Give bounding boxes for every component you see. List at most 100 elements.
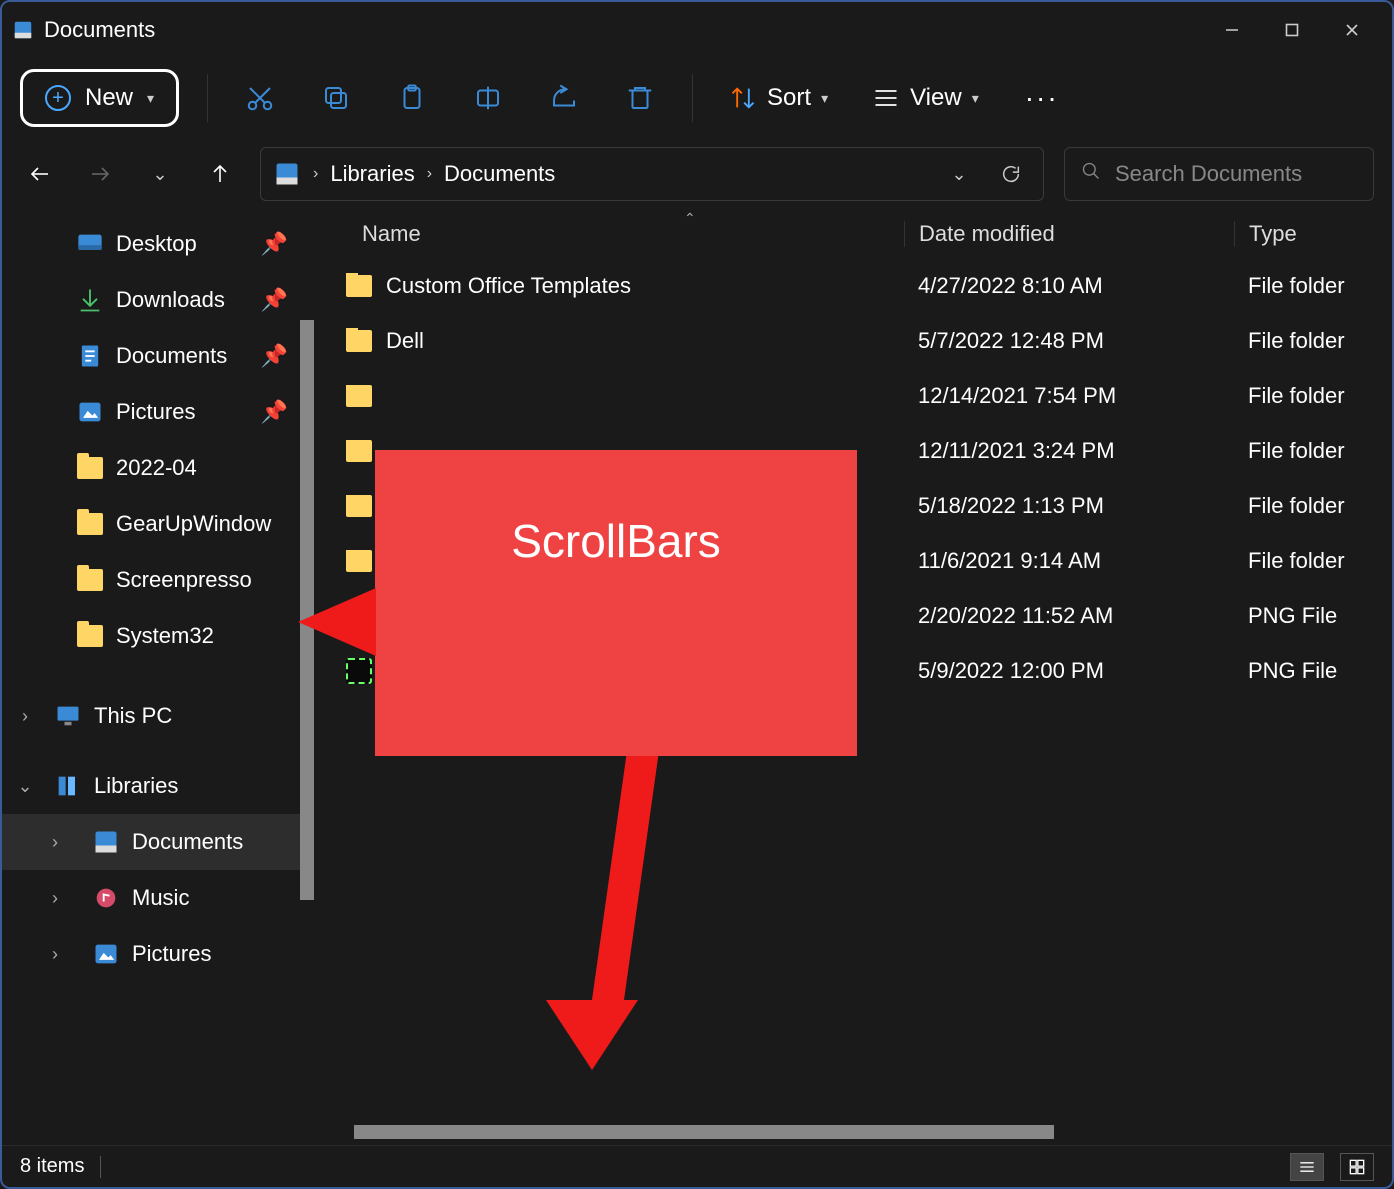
minimize-button[interactable] xyxy=(1202,10,1262,50)
pin-icon: 📌 xyxy=(261,287,288,313)
sidebar-item-downloads[interactable]: Downloads 📌 xyxy=(2,272,314,328)
pictures-icon xyxy=(92,940,120,968)
sidebar-item-label: 2022-04 xyxy=(116,455,197,481)
sidebar: Desktop 📌 Downloads 📌 Documents 📌 Pictur… xyxy=(2,210,314,1145)
chevron-right-icon[interactable]: › xyxy=(40,832,70,853)
pin-icon: 📌 xyxy=(261,343,288,369)
folder-icon xyxy=(346,385,372,407)
column-header-name[interactable]: Name xyxy=(314,221,904,247)
folder-icon xyxy=(76,566,104,594)
forward-button[interactable] xyxy=(80,154,120,194)
sidebar-item-label: Documents xyxy=(132,829,243,855)
documents-library-icon xyxy=(92,828,120,856)
cut-button[interactable] xyxy=(236,74,284,122)
annotation-callout: ScrollBars xyxy=(375,450,857,756)
recent-locations-button[interactable]: ⌄ xyxy=(140,154,180,194)
sidebar-item-folder[interactable]: 2022-04 xyxy=(2,440,314,496)
sort-button[interactable]: Sort ▾ xyxy=(721,84,836,112)
cell-date: 5/9/2022 12:00 PM xyxy=(904,658,1234,684)
delete-button[interactable] xyxy=(616,74,664,122)
cell-name: Custom Office Templates xyxy=(314,273,904,299)
share-button[interactable] xyxy=(540,74,588,122)
sidebar-item-documents[interactable]: Documents 📌 xyxy=(2,328,314,384)
table-row[interactable]: Custom Office Templates4/27/2022 8:10 AM… xyxy=(314,258,1392,313)
music-icon xyxy=(92,884,120,912)
cell-type: File folder xyxy=(1234,548,1392,574)
close-button[interactable] xyxy=(1322,10,1382,50)
sort-indicator-icon: ⌃ xyxy=(684,210,696,227)
paste-button[interactable] xyxy=(388,74,436,122)
breadcrumb-libraries[interactable]: Libraries xyxy=(330,161,414,187)
chevron-right-icon[interactable]: › xyxy=(40,944,70,965)
scrollbar-thumb[interactable] xyxy=(354,1125,1054,1139)
toolbar-separator xyxy=(207,74,208,122)
sidebar-item-pictures[interactable]: Pictures 📌 xyxy=(2,384,314,440)
breadcrumb-separator-icon: › xyxy=(427,165,432,183)
address-dropdown-button[interactable]: ⌄ xyxy=(939,154,979,194)
more-button[interactable]: ··· xyxy=(1015,82,1069,114)
this-pc-icon xyxy=(54,702,82,730)
new-button[interactable]: + New ▾ xyxy=(20,69,179,127)
address-bar[interactable]: › Libraries › Documents ⌄ xyxy=(260,147,1044,201)
cell-date: 12/14/2021 7:54 PM xyxy=(904,383,1234,409)
refresh-button[interactable] xyxy=(991,154,1031,194)
view-label: View xyxy=(910,84,962,112)
annotation-arrow-down-head-icon xyxy=(546,1000,638,1070)
search-input[interactable]: Search Documents xyxy=(1064,147,1374,201)
view-button[interactable]: View ▾ xyxy=(864,84,987,112)
breadcrumb-separator-icon: › xyxy=(313,165,318,183)
sidebar-item-libraries[interactable]: ⌄ Libraries xyxy=(2,758,314,814)
rename-button[interactable] xyxy=(464,74,512,122)
sort-label: Sort xyxy=(767,84,811,112)
sidebar-item-lib-pictures[interactable]: › Pictures xyxy=(2,926,314,982)
cell-type: File folder xyxy=(1234,493,1392,519)
sidebar-item-folder[interactable]: System32 xyxy=(2,608,314,664)
sidebar-item-desktop[interactable]: Desktop 📌 xyxy=(2,216,314,272)
horizontal-scrollbar[interactable] xyxy=(354,1125,1382,1139)
cell-date: 5/18/2022 1:13 PM xyxy=(904,493,1234,519)
status-separator xyxy=(100,1156,101,1178)
chevron-right-icon[interactable]: › xyxy=(10,706,40,727)
chevron-down-icon[interactable]: ⌄ xyxy=(10,776,40,797)
folder-icon xyxy=(346,495,372,517)
window-title: Documents xyxy=(44,17,155,43)
folder-icon xyxy=(346,440,372,462)
file-name: Dell xyxy=(386,328,424,354)
copy-button[interactable] xyxy=(312,74,360,122)
annotation-arrow-left-icon xyxy=(298,588,376,656)
file-name: Custom Office Templates xyxy=(386,273,631,299)
details-view-button[interactable] xyxy=(1290,1153,1324,1181)
sidebar-item-label: Pictures xyxy=(132,941,211,967)
sidebar-item-label: Libraries xyxy=(94,773,178,799)
cell-date: 2/20/2022 11:52 AM xyxy=(904,603,1234,629)
up-button[interactable] xyxy=(200,154,240,194)
cell-type: PNG File xyxy=(1234,658,1392,684)
thumbnails-view-button[interactable] xyxy=(1340,1153,1374,1181)
sidebar-item-label: Screenpresso xyxy=(116,567,252,593)
chevron-right-icon[interactable]: › xyxy=(40,888,70,909)
desktop-icon xyxy=(76,230,104,258)
new-button-label: New xyxy=(85,84,133,112)
sidebar-item-folder[interactable]: GearUpWindow xyxy=(2,496,314,552)
view-icon xyxy=(872,84,900,112)
chevron-down-icon: ▾ xyxy=(147,90,154,107)
pictures-icon xyxy=(76,398,104,426)
folder-icon xyxy=(76,622,104,650)
back-button[interactable] xyxy=(20,154,60,194)
sidebar-item-label: System32 xyxy=(116,623,214,649)
folder-icon xyxy=(346,275,372,297)
folder-icon xyxy=(346,550,372,572)
table-row[interactable]: Dell5/7/2022 12:48 PMFile folder xyxy=(314,313,1392,368)
annotation-label: ScrollBars xyxy=(511,514,721,568)
table-row[interactable]: 12/14/2021 7:54 PMFile folder xyxy=(314,368,1392,423)
sidebar-item-this-pc[interactable]: › This PC xyxy=(2,688,314,744)
maximize-button[interactable] xyxy=(1262,10,1322,50)
column-header-date[interactable]: Date modified xyxy=(904,221,1234,247)
search-icon xyxy=(1081,161,1101,187)
sidebar-item-lib-documents[interactable]: › Documents xyxy=(2,814,314,870)
sidebar-item-lib-music[interactable]: › Music xyxy=(2,870,314,926)
breadcrumb-documents[interactable]: Documents xyxy=(444,161,555,187)
item-count: 8 items xyxy=(20,1155,84,1178)
column-header-type[interactable]: Type xyxy=(1234,221,1392,247)
sidebar-item-folder[interactable]: Screenpresso xyxy=(2,552,314,608)
